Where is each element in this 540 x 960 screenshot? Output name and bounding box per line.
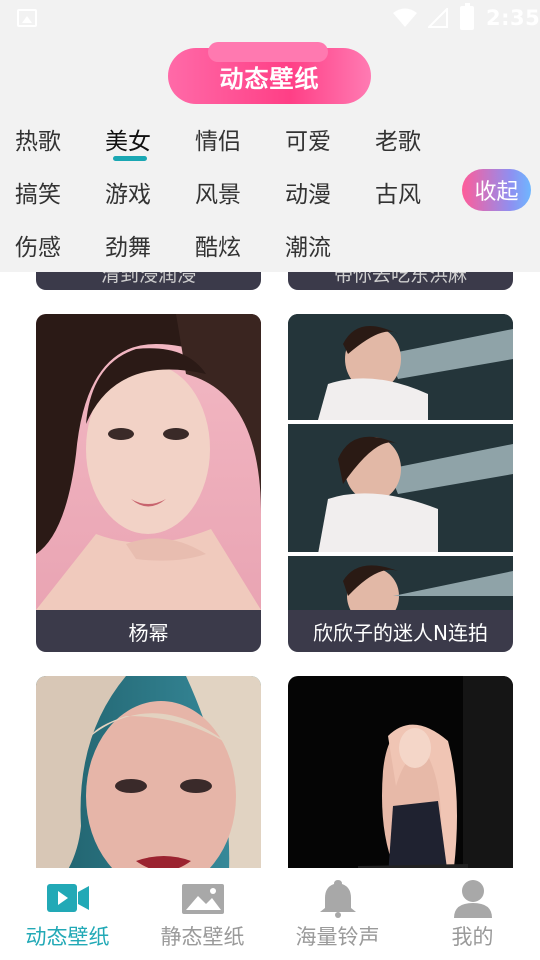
collapse-button[interactable]: 收起 [462,169,531,211]
nav-item-ringtones[interactable]: 海量铃声 [270,868,405,960]
signal-icon [428,8,448,28]
nav-label: 动态壁纸 [25,925,110,949]
category-tab[interactable]: 劲舞 [105,228,151,262]
wallpaper-thumbnail [36,314,261,610]
category-tab[interactable]: 搞笑 [15,175,61,209]
wallpaper-card-partial[interactable]: 带你去吃东洪麻 [288,272,513,290]
gallery-notification-icon [17,9,37,27]
wallpaper-card[interactable]: 杨幂 [36,314,261,652]
page-title: 动态壁纸 [219,64,320,93]
wallpaper-thumbnail [288,676,513,868]
category-tab[interactable]: 热歌 [15,122,61,156]
status-time: 2:35 [486,6,540,30]
nav-label: 我的 [451,925,494,949]
wallpaper-card[interactable]: 欣欣子的迷人N连拍 [288,314,513,652]
category-tab[interactable]: 风景 [195,175,241,209]
category-tab[interactable]: 可爱 [285,122,331,156]
nav-item-profile[interactable]: 我的 [405,868,540,960]
wallpaper-card[interactable] [288,676,513,868]
video-icon [47,884,89,912]
nav-item-dynamic-wallpaper[interactable]: 动态壁纸 [0,868,135,960]
nav-label: 海量铃声 [295,925,380,949]
nav-label: 静态壁纸 [160,925,245,949]
card-label: 欣欣子的迷人N连拍 [288,610,513,652]
category-tab[interactable]: 情侣 [195,122,241,156]
wallpaper-card-partial[interactable]: 清到浸润浸 [36,272,261,290]
image-icon [182,884,224,914]
category-tab-active[interactable]: 美女 [105,122,151,156]
card-label: 杨幂 [36,610,261,652]
header: 动态壁纸 热歌 美女 情侣 可爱 老歌 搞笑 游戏 风景 动漫 古风 收起 伤感… [0,36,540,272]
category-tab[interactable]: 老歌 [375,122,421,156]
category-tab[interactable]: 古风 [375,175,421,209]
page-title-pill: 动态壁纸 [168,42,371,104]
card-label: 清到浸润浸 [100,272,196,286]
card-label: 带你去吃东洪麻 [333,272,467,286]
category-tab[interactable]: 潮流 [285,228,331,262]
app-screen: 2:35 动态壁纸 热歌 美女 情侣 可爱 老歌 搞笑 游戏 风景 动漫 古风 … [0,0,540,960]
category-tab[interactable]: 酷炫 [195,228,241,262]
wallpaper-thumbnail [36,676,261,868]
category-tab[interactable]: 动漫 [285,175,331,209]
battery-icon [460,3,474,30]
category-tab[interactable]: 伤感 [15,228,61,262]
bell-icon [320,880,356,918]
wallpaper-thumbnail [288,314,513,610]
profile-icon [454,880,492,918]
wifi-icon [393,8,417,27]
wallpaper-card[interactable] [36,676,261,868]
bottom-navigation: 动态壁纸 静态壁纸 海量铃声 我的 [0,868,540,960]
category-tab[interactable]: 游戏 [105,175,151,209]
status-bar: 2:35 [0,0,540,36]
wallpaper-grid: 清到浸润浸 带你去吃东洪麻 杨幂 欣欣子的迷人N连拍 [0,272,540,868]
nav-item-static-wallpaper[interactable]: 静态壁纸 [135,868,270,960]
active-tab-indicator [113,156,147,161]
